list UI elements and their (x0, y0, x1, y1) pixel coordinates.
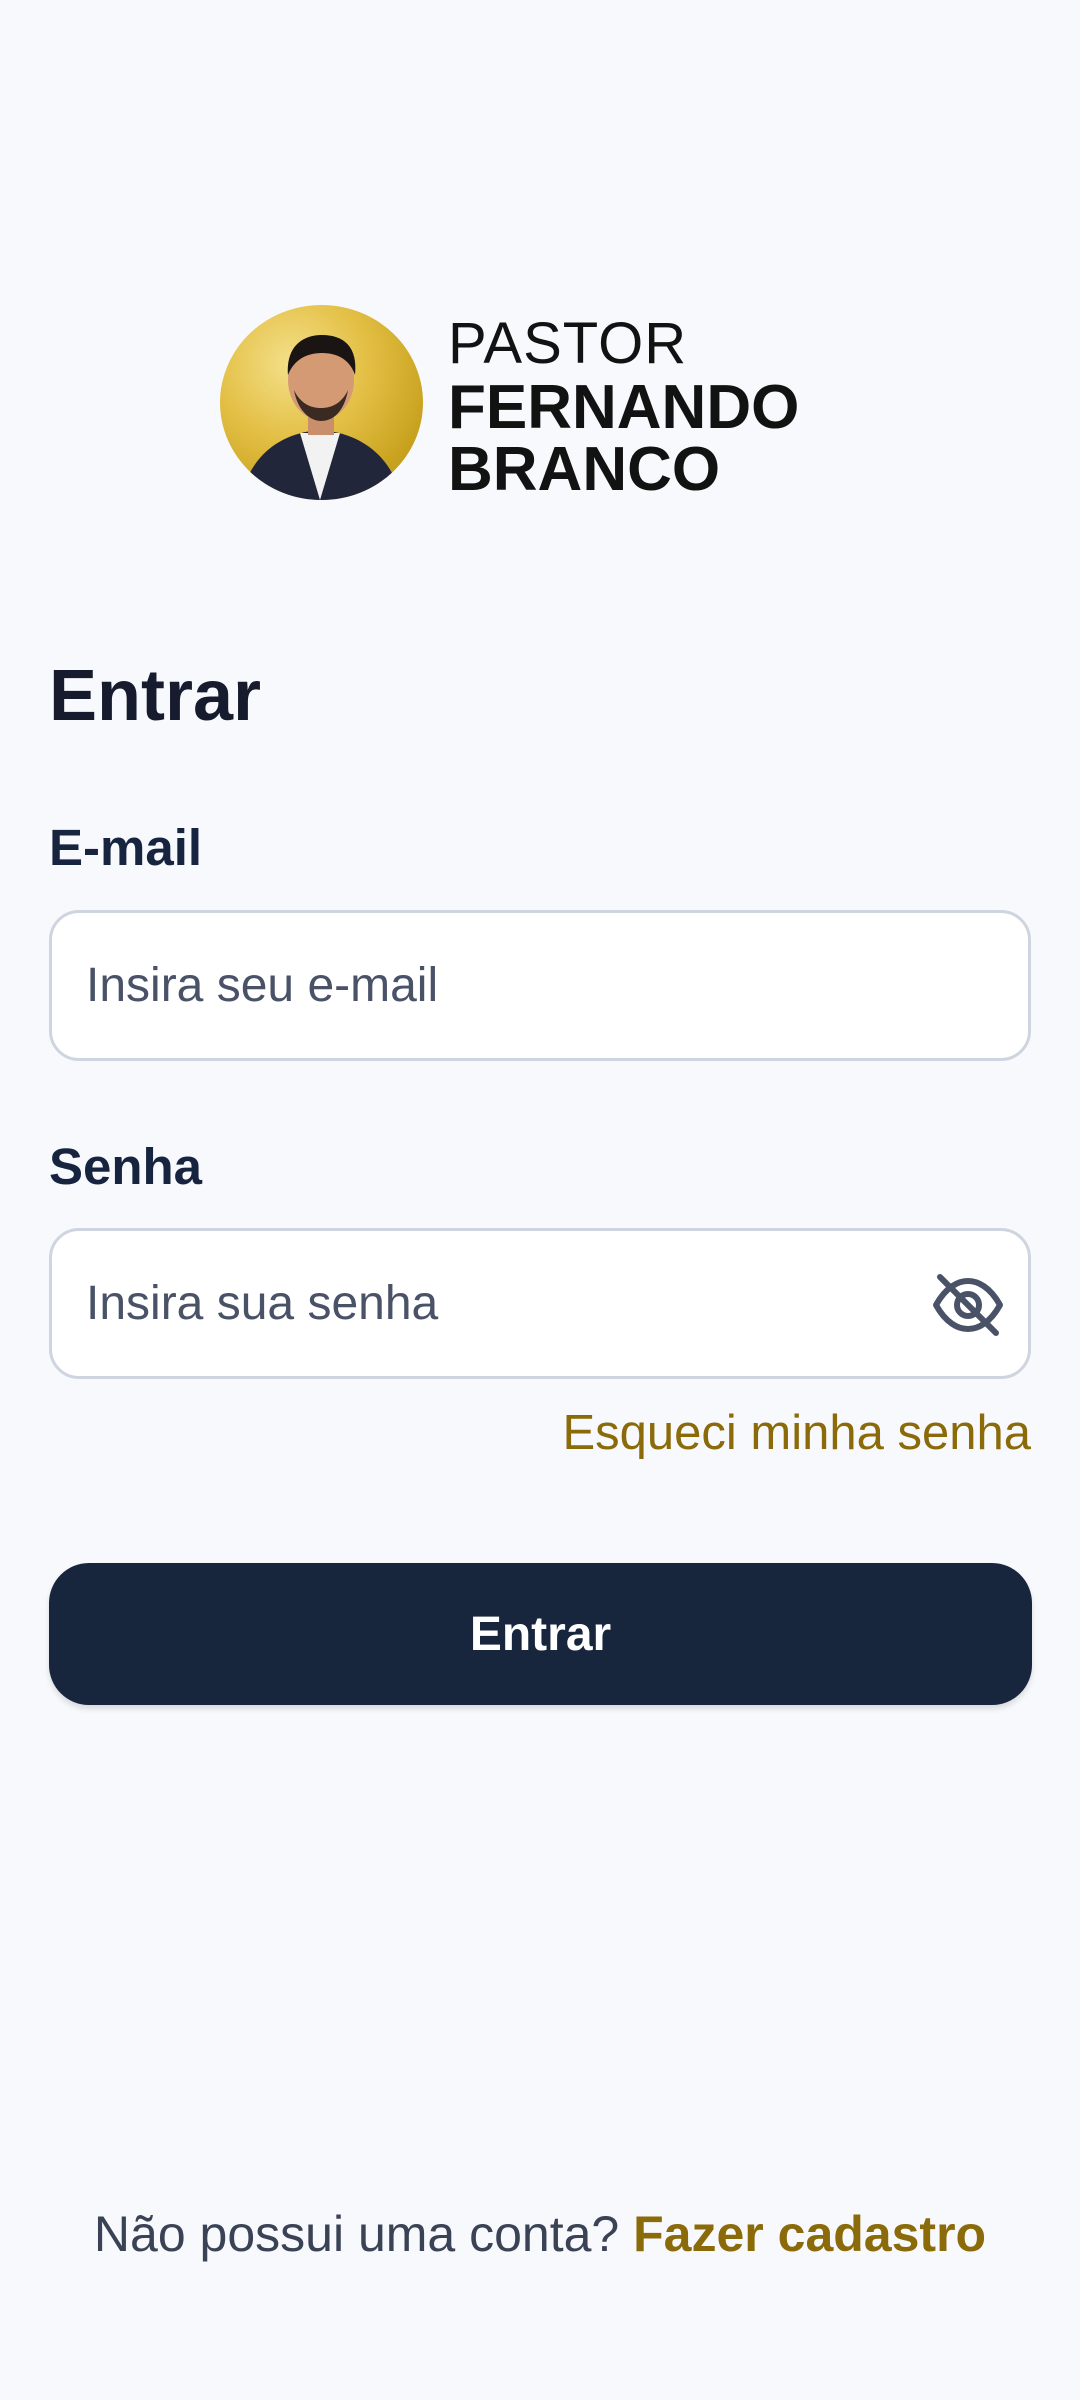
password-field[interactable] (86, 1231, 936, 1376)
eye-off-icon[interactable] (932, 1273, 1004, 1337)
pastor-avatar (220, 305, 423, 500)
password-field-container (49, 1228, 1031, 1379)
email-field-container (49, 910, 1031, 1061)
password-label: Senha (49, 1138, 203, 1195)
brand-line-2: FERNANDO (448, 373, 800, 442)
signup-link[interactable]: Fazer cadastro (633, 2206, 986, 2262)
brand-line-3: BRANCO (448, 435, 721, 504)
email-field[interactable] (86, 913, 936, 1058)
forgot-password-link[interactable]: Esqueci minha senha (562, 1405, 1031, 1461)
signup-prompt: Não possui uma conta? Fazer cadastro (0, 2205, 1080, 2263)
brand-logo: PASTOR FERNANDO BRANCO (220, 305, 860, 501)
email-label: E-mail (49, 819, 203, 876)
brand-line-1: PASTOR (448, 311, 688, 376)
page-title: Entrar (49, 656, 262, 736)
pastor-portrait (240, 335, 402, 500)
signup-prompt-text: Não possui uma conta? (93, 2206, 620, 2262)
login-button[interactable]: Entrar (49, 1563, 1032, 1705)
brand-wordmark: PASTOR FERNANDO BRANCO (448, 315, 799, 501)
